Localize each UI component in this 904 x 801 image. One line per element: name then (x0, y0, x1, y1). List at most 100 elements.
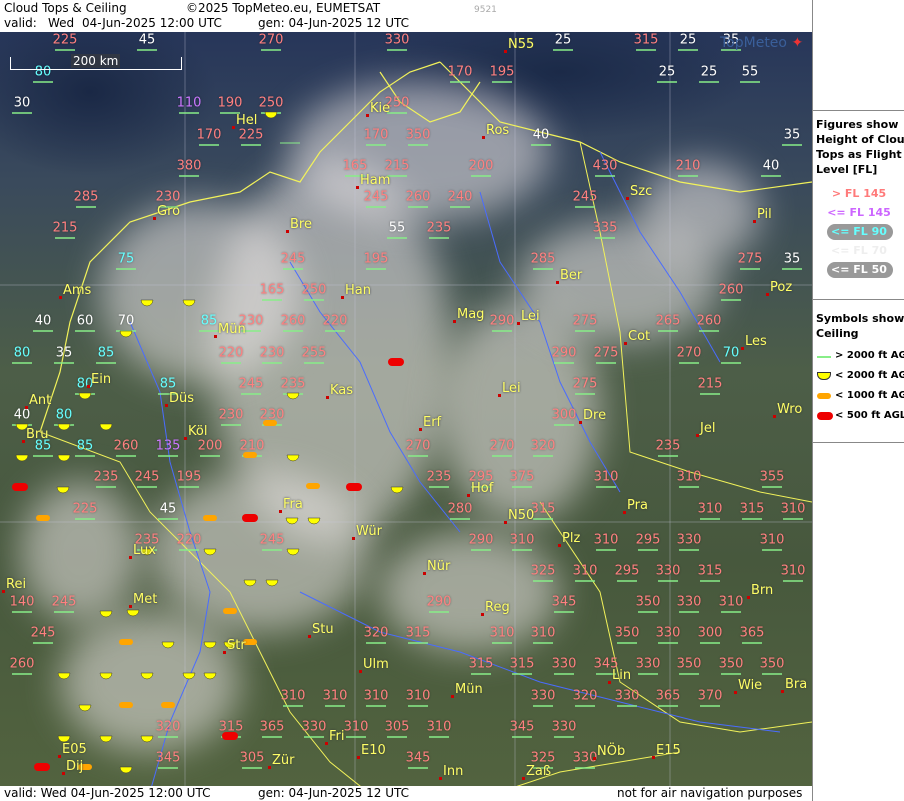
cloud-top-label: 325 (530, 563, 556, 579)
city-marker (341, 296, 344, 299)
city-label[interactable]: Kas (330, 383, 353, 398)
cloud-top-label: 310 (697, 501, 723, 517)
city-label[interactable]: Bre (290, 217, 312, 232)
city-label[interactable]: Brn (751, 583, 773, 598)
city-label[interactable]: Cot (628, 329, 650, 344)
city-label[interactable]: Dre (583, 408, 606, 423)
cloud-top-label: 195 (176, 469, 202, 485)
city-label[interactable]: Ulm (363, 657, 389, 672)
city-label[interactable]: Str (227, 638, 246, 653)
city-label[interactable]: Szc (630, 184, 652, 199)
city-marker (165, 404, 168, 407)
city-label[interactable]: Fri (329, 729, 345, 744)
city-label[interactable]: Pil (757, 207, 772, 222)
topmeteo-logo: TopMeteo ✦ (720, 35, 803, 51)
ceiling-below-2000-mark (78, 704, 92, 712)
city-label[interactable]: Han (345, 283, 371, 298)
satellite-map[interactable]: 225 45 270 330 25 315 25 35 80 170 195 25 25 55 30 110 1… (0, 32, 812, 786)
city-label[interactable]: Dij (66, 759, 83, 774)
cloud-top-label: 285 (73, 189, 99, 205)
city-marker (357, 756, 360, 759)
cloud-top-label: 315 (405, 625, 431, 641)
city-label[interactable]: Hof (471, 481, 493, 496)
city-label[interactable]: Zaß (526, 764, 551, 779)
cloud-top-label: 315 (468, 656, 494, 672)
city-marker (652, 756, 655, 759)
cloud-top-label: 310 (322, 688, 348, 704)
city-marker (504, 50, 507, 53)
city-label[interactable]: Mün (218, 322, 246, 337)
city-label[interactable]: Erf (423, 415, 441, 430)
city-label[interactable]: Bra (785, 677, 807, 692)
city-label[interactable]: Les (745, 334, 767, 349)
city-label[interactable]: Ams (63, 283, 91, 298)
city-label[interactable]: Stu (312, 622, 334, 637)
cloud-top-label: 320 (530, 438, 556, 454)
city-marker (773, 415, 776, 418)
city-label[interactable]: Hel (236, 113, 257, 128)
city-label[interactable]: Ham (360, 173, 390, 188)
city-label[interactable]: Bru (26, 427, 49, 442)
ceiling-below-2000-mark (140, 299, 154, 307)
ceiling-below-2000-mark (126, 609, 140, 617)
city-label[interactable]: Wro (777, 402, 802, 417)
cloud-top-label: 40 (762, 158, 780, 174)
city-marker (623, 511, 626, 514)
valid-date: 04-Jun-2025 12:00 UTC (82, 16, 222, 30)
city-label[interactable]: Rei (6, 577, 26, 592)
city-marker (325, 742, 328, 745)
city-label[interactable]: Reg (485, 600, 510, 615)
ceiling-below-2000-mark (99, 672, 113, 680)
legend-heading-3: Tops as Flight (816, 148, 902, 161)
city-label[interactable]: N50 (508, 508, 534, 523)
cloud-top-label: 245 (30, 625, 56, 641)
city-marker (781, 690, 784, 693)
city-marker (498, 394, 501, 397)
cloud-top-label: 170 (196, 127, 222, 143)
city-label[interactable]: Wür (356, 524, 382, 539)
city-label[interactable]: Ros (486, 123, 509, 138)
city-marker (356, 186, 359, 189)
product-code: 9521 (474, 5, 497, 15)
city-label[interactable]: Lin (612, 668, 631, 683)
city-label[interactable]: Lei (502, 381, 521, 396)
city-label[interactable]: Ant (29, 393, 51, 408)
city-label[interactable]: Köl (188, 424, 207, 439)
cloud-top-label: 310 (759, 532, 785, 548)
city-label[interactable]: Zür (272, 753, 295, 768)
city-label[interactable]: E10 (361, 743, 386, 758)
city-marker (279, 510, 282, 513)
city-label[interactable]: Poz (770, 280, 792, 295)
city-marker (579, 421, 582, 424)
ceiling-below-2000-mark (203, 641, 217, 649)
city-label[interactable]: Fra (283, 497, 303, 512)
city-label[interactable]: E15 (656, 743, 681, 758)
ceiling-below-2000-mark (56, 486, 70, 494)
city-label[interactable]: Pra (627, 498, 648, 513)
city-label[interactable]: Nür (427, 559, 450, 574)
city-label[interactable]: Wie (738, 678, 762, 693)
city-label[interactable]: Inn (443, 764, 463, 779)
city-marker (741, 347, 744, 350)
city-label[interactable]: Jel (700, 421, 715, 436)
city-label[interactable]: N55 (508, 37, 534, 52)
city-marker (366, 114, 369, 117)
city-label[interactable]: Mün (455, 682, 483, 697)
city-label[interactable]: Ber (560, 268, 582, 283)
city-label[interactable]: Lux (133, 543, 156, 558)
city-label[interactable]: Gro (157, 204, 180, 219)
city-label[interactable]: E05 (62, 742, 87, 757)
city-label[interactable]: Kie (370, 101, 390, 116)
city-marker (184, 437, 187, 440)
city-label[interactable]: Met (133, 592, 157, 607)
cloud-top-label: 275 (737, 251, 763, 267)
city-label[interactable]: NÖb (597, 744, 625, 759)
city-label[interactable]: Mag (457, 307, 484, 322)
city-label[interactable]: Düs (169, 391, 194, 406)
cloud-top-label: 45 (138, 32, 156, 48)
ceiling-below-1000-mark (203, 515, 217, 521)
city-label[interactable]: Lei (521, 309, 540, 324)
cloud-top-label: 25 (658, 64, 676, 80)
city-label[interactable]: Ein (91, 372, 111, 387)
city-label[interactable]: Plz (562, 531, 580, 546)
